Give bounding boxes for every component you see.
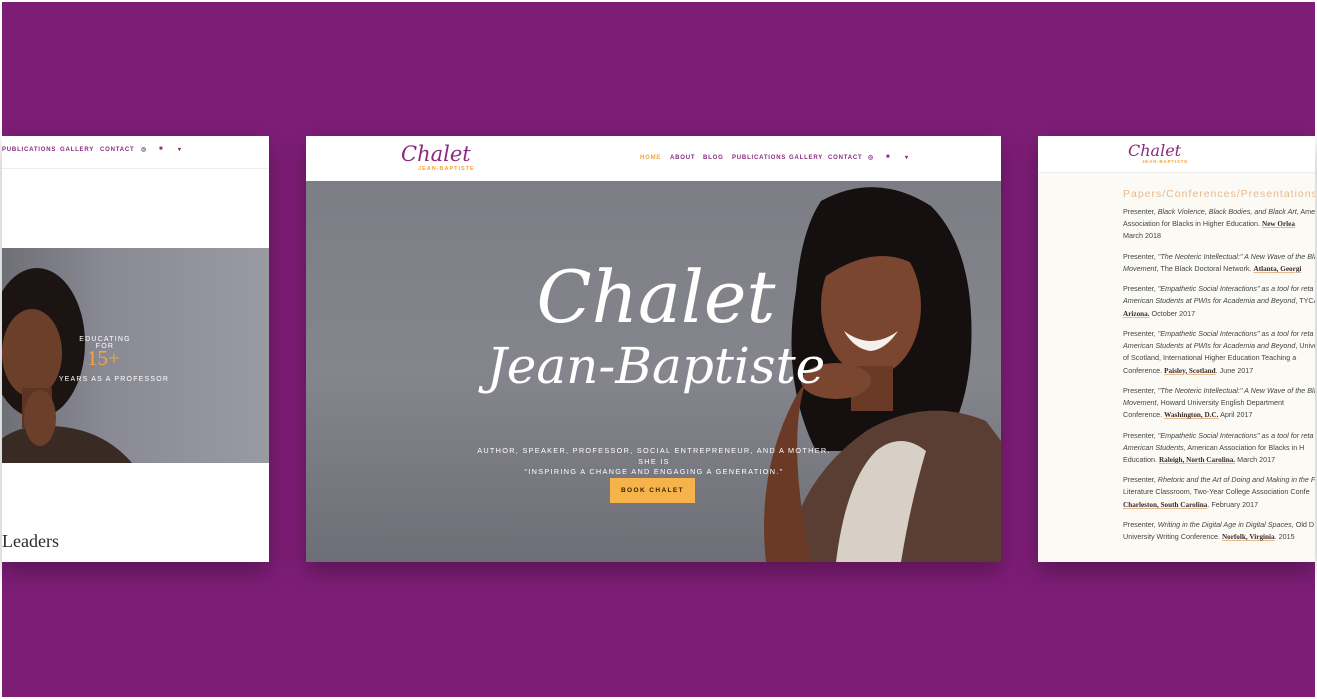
entry-text: Presenter, (1123, 328, 1158, 338)
twitter-icon[interactable]: ▾ (905, 154, 908, 161)
professor-banner (2, 248, 269, 463)
hero-title-first: Chalet (536, 255, 776, 339)
nav-publications[interactable]: PUBLICATIONS (732, 155, 786, 161)
list-item: Presenter, "Empathetic Social Interactio… (1123, 328, 1315, 377)
entry-text: Presenter, (1123, 207, 1158, 216)
entry-title: "Empathetic Social Interactions" as a to… (1157, 328, 1314, 338)
list-item: Presenter, Rhetoric and the Art of Doing… (1123, 474, 1315, 511)
entry-date: March 2018 (1123, 231, 1161, 241)
entry-text: Association for Blacks in Higher Educati… (1123, 219, 1263, 229)
facebook-icon[interactable]: ■ (886, 154, 890, 160)
presentations-list: Presenter, Black Violence, Black Bodies,… (1123, 206, 1315, 551)
entry-title: "Empathetic Social Interactions" as a to… (1157, 430, 1314, 440)
facebook-icon[interactable]: ■ (159, 146, 163, 152)
left-nav-bar: PUBLICATIONS GALLERY CONTACT ◎ ■ ▾ (2, 136, 269, 169)
list-item: Presenter, "Empathetic Social Interactio… (1123, 430, 1315, 467)
entry-text: Education. (1123, 454, 1159, 464)
entry-text: University Writing Conference. (1123, 532, 1222, 542)
entry-text: , Unive (1295, 341, 1315, 351)
entry-title: American Students (1123, 442, 1184, 452)
instagram-icon[interactable]: ◎ (868, 154, 873, 161)
hero-title: Chalet Jean-Baptiste (476, 261, 836, 391)
nav-gallery[interactable]: GALLERY (60, 147, 94, 153)
entry-title: Black Violence, Black Bodies, and Black … (1157, 207, 1297, 216)
entry-location: Norfolk, Virginia (1221, 533, 1275, 542)
entry-location: Raleigh, North Carolina. (1158, 455, 1236, 464)
list-item: Presenter, "The Neoteric Intellectual:" … (1123, 251, 1315, 275)
nav-contact[interactable]: CONTACT (100, 147, 134, 153)
entry-date: . 2015 (1274, 532, 1295, 542)
nav-about[interactable]: ABOUT (670, 155, 695, 161)
entry-text: Conference. (1123, 365, 1165, 375)
years-number: 15+ (87, 346, 120, 370)
entry-title: Writing in the Digital Age in Digital Sp… (1157, 519, 1292, 529)
entry-text: , Amer (1296, 207, 1315, 216)
entry-title: "The Neoteric Intellectual:" A New Wave … (1157, 385, 1315, 395)
entry-title: Rhetoric and the Art of Doing and Making… (1157, 475, 1315, 485)
nav-publications[interactable]: PUBLICATIONS (2, 147, 56, 153)
entry-title: American Students at PWIs for Academia a… (1123, 296, 1296, 306)
entry-location: Arizona. (1123, 309, 1150, 318)
entry-text: , American Association for Blacks in H (1183, 442, 1305, 452)
entry-title: Movement (1123, 263, 1157, 273)
hero-tagline-line1: AUTHOR, SPEAKER, PROFESSOR, SOCIAL ENTRE… (477, 446, 831, 466)
entry-text: , TYCA- (1295, 296, 1315, 306)
home-page-preview: Chalet JEAN-BAPTISTE HOME ABOUT BLOG PUB… (306, 136, 1001, 562)
entry-text: Presenter, (1123, 475, 1158, 485)
logo-script[interactable]: Chalet (401, 142, 471, 166)
entry-text: , Old D (1291, 519, 1315, 529)
entry-title: "The Neoteric Intellectual:" A New Wave … (1157, 251, 1315, 261)
entry-text: , Howard University English Department (1156, 398, 1284, 408)
entry-location: New Orlea (1262, 220, 1295, 229)
nav-home[interactable]: HOME (640, 155, 661, 161)
hero-title-last: Jean-Baptiste (486, 337, 826, 395)
entry-title: Movement (1123, 398, 1157, 408)
entry-text: Presenter, (1123, 251, 1158, 261)
nav-contact[interactable]: CONTACT (828, 155, 862, 161)
entry-location: Atlanta, Georgi (1253, 264, 1302, 273)
entry-text: Conference. (1123, 410, 1165, 420)
list-item: Presenter, Writing in the Digital Age in… (1123, 519, 1315, 543)
entry-location: Charleston, South Carolina (1123, 500, 1208, 509)
years-label: YEARS AS A PROFESSOR (58, 376, 170, 383)
hero-tagline-line2: "INSPIRING A CHANGE AND ENGAGING A GENER… (524, 467, 784, 477)
leaders-heading: Leaders (2, 531, 59, 551)
entry-date: October 2017 (1149, 308, 1196, 318)
list-item: Presenter, Black Violence, Black Bodies,… (1123, 206, 1315, 243)
entry-title: American Students at PWIs for Academia a… (1123, 341, 1296, 351)
entry-location: Washington, D.C. (1164, 411, 1219, 420)
right-nav-bar: Chalet JEAN-BAPTISTE (1038, 136, 1315, 173)
twitter-icon[interactable]: ▾ (178, 146, 181, 153)
entry-date: . June 2017 (1215, 365, 1254, 375)
entry-text: , The Black Doctoral Network. (1156, 263, 1254, 273)
nav-blog[interactable]: BLOG (703, 155, 724, 161)
publications-page-preview: Chalet JEAN-BAPTISTE Papers/Conferences/… (1038, 136, 1315, 562)
instagram-icon[interactable]: ◎ (141, 146, 146, 153)
book-chalet-button[interactable]: BOOK CHALET (610, 478, 695, 503)
entry-date: April 2017 (1218, 410, 1253, 420)
logo-script[interactable]: Chalet (1128, 141, 1181, 160)
nav-gallery[interactable]: GALLERY (789, 155, 823, 161)
main-nav-bar: Chalet JEAN-BAPTISTE HOME ABOUT BLOG PUB… (306, 136, 1001, 181)
hero-tagline: AUTHOR, SPEAKER, PROFESSOR, SOCIAL ENTRE… (474, 446, 834, 478)
list-item: Presenter, "The Neoteric Intellectual:" … (1123, 385, 1315, 422)
entry-text: Presenter, (1123, 385, 1158, 395)
entry-text: of Scotland, International Higher Educat… (1123, 353, 1297, 363)
logo-subtitle: JEAN-BAPTISTE (418, 166, 475, 172)
entry-date: March 2017 (1235, 454, 1276, 464)
entry-text: Literature Classroom, Two-Year College A… (1123, 487, 1310, 497)
hero-section: Chalet Jean-Baptiste AUTHOR, SPEAKER, PR… (306, 181, 1001, 562)
papers-section-title: Papers/Conferences/Presentations (1123, 188, 1315, 200)
entry-location: Paisley, Scotland (1164, 366, 1216, 375)
about-page-preview: PUBLICATIONS GALLERY CONTACT ◎ ■ ▾ EDUCA… (2, 136, 269, 562)
entry-text: Presenter, (1123, 430, 1158, 440)
entry-text: Presenter, (1123, 284, 1158, 294)
entry-title: "Empathetic Social Interactions" as a to… (1157, 284, 1314, 294)
entry-text: Presenter, (1123, 519, 1158, 529)
list-item: Presenter, "Empathetic Social Interactio… (1123, 283, 1315, 320)
logo-subtitle: JEAN-BAPTISTE (1142, 159, 1189, 164)
showcase-stage: PUBLICATIONS GALLERY CONTACT ◎ ■ ▾ EDUCA… (0, 0, 1317, 699)
entry-date: . February 2017 (1207, 499, 1259, 509)
